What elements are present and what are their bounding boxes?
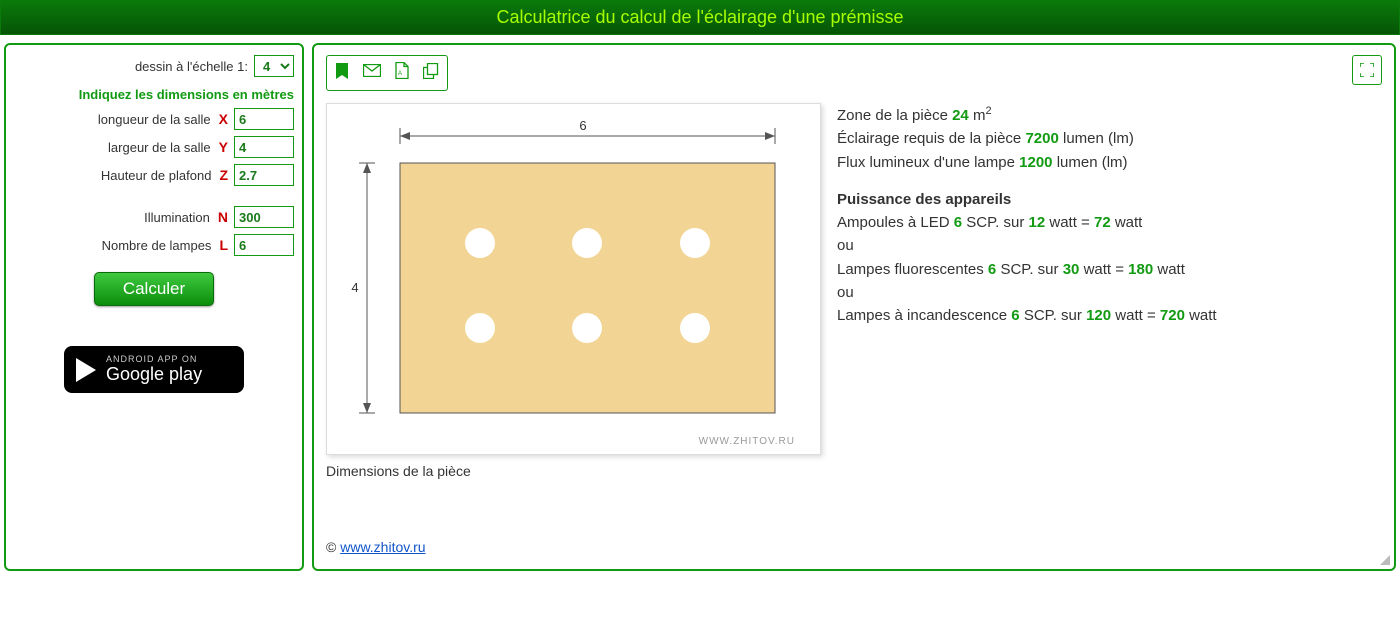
copyright: © bbox=[326, 539, 336, 555]
bookmark-icon[interactable] bbox=[335, 63, 349, 84]
footer-link[interactable]: www.zhitov.ru bbox=[340, 539, 425, 555]
flux-unit: lumen (lm) bbox=[1057, 154, 1128, 171]
illum-axis: N bbox=[218, 209, 228, 225]
fullscreen-button[interactable] bbox=[1352, 55, 1382, 85]
dim-top: 6 bbox=[579, 118, 586, 133]
flux-label: Flux lumineux d'une lampe bbox=[837, 154, 1015, 171]
inc-prefix: Lampes à incandescence bbox=[837, 307, 1007, 324]
fluor-line: Lampes fluorescentes 6 SCP. sur 30 watt … bbox=[837, 258, 1217, 281]
mail-icon[interactable] bbox=[363, 64, 381, 82]
drawing-column: 6 4 WWW.ZHITOV.RU bbox=[326, 103, 821, 479]
length-input[interactable] bbox=[234, 108, 294, 130]
height-input[interactable] bbox=[234, 164, 294, 186]
led-total: 72 bbox=[1094, 214, 1111, 231]
length-axis: X bbox=[219, 111, 228, 127]
length-label: longueur de la salle bbox=[98, 112, 211, 127]
or2: ou bbox=[837, 281, 1217, 304]
illum-input[interactable] bbox=[234, 206, 294, 228]
input-panel: dessin à l'échelle 1: 4 Indiquez les dim… bbox=[4, 43, 304, 571]
required-line: Éclairage requis de la pièce 7200 lumen … bbox=[837, 127, 1217, 150]
fluor-watt-unit: watt bbox=[1157, 261, 1185, 278]
scale-label: dessin à l'échelle 1: bbox=[135, 59, 248, 74]
page-title: Calculatrice du calcul de l'éclairage d'… bbox=[0, 0, 1400, 35]
lamps-input[interactable] bbox=[234, 234, 294, 256]
or1: ou bbox=[837, 234, 1217, 257]
drawing-caption: Dimensions de la pièce bbox=[326, 463, 821, 479]
calculate-button[interactable]: Calculer bbox=[94, 272, 214, 306]
inc-eq: watt = bbox=[1115, 307, 1155, 324]
req-label: Éclairage requis de la pièce bbox=[837, 130, 1021, 147]
width-input[interactable] bbox=[234, 136, 294, 158]
results-panel: A 6 bbox=[312, 43, 1396, 571]
length-row: longueur de la salle X bbox=[14, 108, 294, 130]
google-play-badge[interactable]: ANDROID APP ON Google play bbox=[64, 346, 244, 393]
area-value: 24 bbox=[952, 107, 969, 124]
gplay-text: ANDROID APP ON Google play bbox=[106, 354, 202, 385]
inc-watt: 120 bbox=[1086, 307, 1111, 324]
room-drawing: 6 4 WWW.ZHITOV.RU bbox=[345, 118, 800, 448]
toolbar: A bbox=[326, 55, 448, 91]
area-unit: m bbox=[973, 107, 986, 124]
req-value: 7200 bbox=[1025, 130, 1058, 147]
led-count: 6 bbox=[954, 214, 962, 231]
area-label: Zone de la pièce bbox=[837, 107, 948, 124]
dims-header: Indiquez les dimensions en mètres bbox=[14, 87, 294, 102]
svg-text:A: A bbox=[398, 71, 402, 77]
area-unit-sup: 2 bbox=[985, 105, 991, 117]
illum-row: Illumination N bbox=[14, 206, 294, 228]
led-watt-unit: watt bbox=[1115, 214, 1143, 231]
area-line: Zone de la pièce 24 m2 bbox=[837, 103, 1217, 127]
height-row: Hauteur de plafond Z bbox=[14, 164, 294, 186]
gplay-small: ANDROID APP ON bbox=[106, 354, 202, 364]
inc-watt-unit: watt bbox=[1189, 307, 1217, 324]
width-row: largeur de la salle Y bbox=[14, 136, 294, 158]
led-scp: SCP. sur bbox=[966, 214, 1024, 231]
illum-label: Illumination bbox=[144, 210, 210, 225]
led-line: Ampoules à LED 6 SCP. sur 12 watt = 72 w… bbox=[837, 211, 1217, 234]
inc-scp: SCP. sur bbox=[1024, 307, 1082, 324]
main-container: dessin à l'échelle 1: 4 Indiquez les dim… bbox=[0, 35, 1400, 579]
inc-count: 6 bbox=[1011, 307, 1019, 324]
led-eq: watt = bbox=[1049, 214, 1089, 231]
lamps-row: Nombre de lampes L bbox=[14, 234, 294, 256]
pdf-icon[interactable]: A bbox=[395, 62, 409, 84]
scale-row: dessin à l'échelle 1: 4 bbox=[14, 55, 294, 77]
height-axis: Z bbox=[219, 167, 228, 183]
fluor-scp: SCP. sur bbox=[1000, 261, 1058, 278]
resize-handle[interactable] bbox=[1380, 555, 1390, 565]
lamps-label: Nombre de lampes bbox=[102, 238, 212, 253]
inc-total: 720 bbox=[1160, 307, 1185, 324]
flux-line: Flux lumineux d'une lampe 1200 lumen (lm… bbox=[837, 151, 1217, 174]
footer: © www.zhitov.ru bbox=[326, 539, 1382, 555]
copy-icon[interactable] bbox=[423, 63, 439, 84]
fluor-count: 6 bbox=[988, 261, 996, 278]
power-header: Puissance des appareils bbox=[837, 188, 1217, 211]
content-row: 6 4 WWW.ZHITOV.RU bbox=[326, 103, 1382, 479]
fluor-eq: watt = bbox=[1084, 261, 1124, 278]
lamps-axis: L bbox=[219, 237, 228, 253]
width-axis: Y bbox=[219, 139, 228, 155]
fluor-total: 180 bbox=[1128, 261, 1153, 278]
watermark: WWW.ZHITOV.RU bbox=[699, 436, 795, 447]
width-label: largeur de la salle bbox=[108, 140, 211, 155]
req-unit: lumen (lm) bbox=[1063, 130, 1134, 147]
gplay-big: Google play bbox=[106, 364, 202, 384]
dim-left: 4 bbox=[351, 280, 358, 295]
scale-select[interactable]: 4 bbox=[254, 55, 294, 77]
fluor-prefix: Lampes fluorescentes bbox=[837, 261, 984, 278]
height-label: Hauteur de plafond bbox=[101, 168, 212, 183]
led-prefix: Ampoules à LED bbox=[837, 214, 950, 231]
flux-value: 1200 bbox=[1019, 154, 1052, 171]
play-icon bbox=[76, 358, 96, 382]
inc-line: Lampes à incandescence 6 SCP. sur 120 wa… bbox=[837, 304, 1217, 327]
led-watt: 12 bbox=[1029, 214, 1046, 231]
drawing-card: 6 4 WWW.ZHITOV.RU bbox=[326, 103, 821, 455]
results-text: Zone de la pièce 24 m2 Éclairage requis … bbox=[837, 103, 1217, 327]
fluor-watt: 30 bbox=[1063, 261, 1080, 278]
